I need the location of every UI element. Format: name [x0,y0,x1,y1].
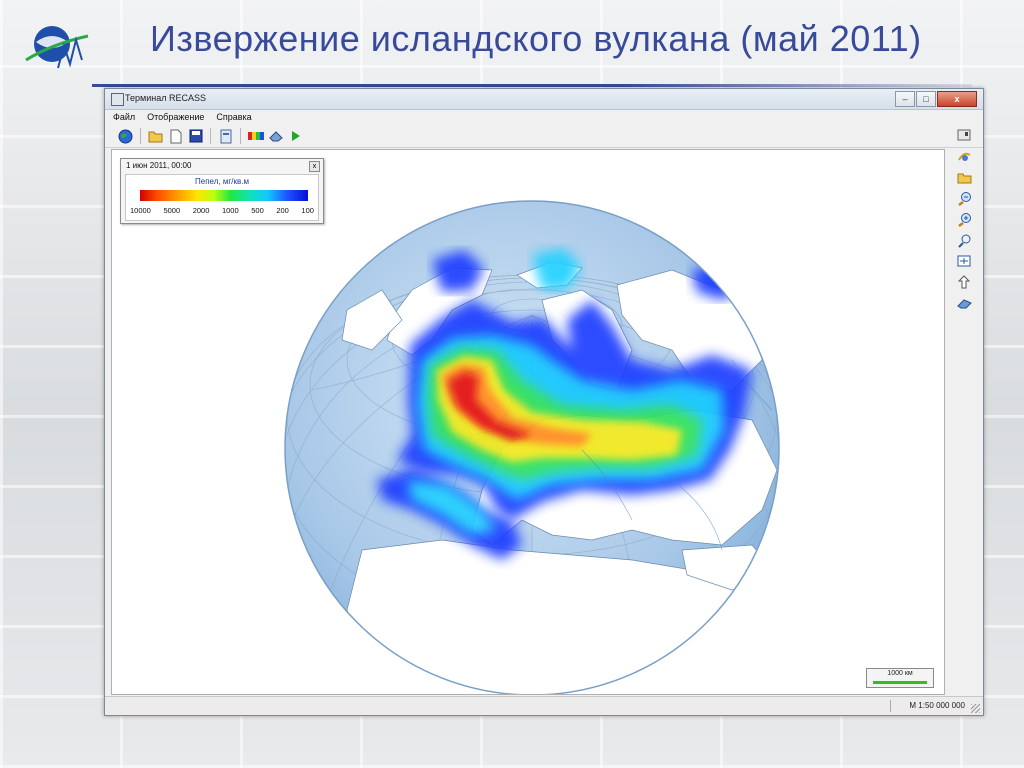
window-controls: – □ x [895,91,977,107]
save-disk-icon[interactable] [187,128,204,145]
eraser-icon[interactable] [267,128,284,145]
scale-bar-box: 1000 км [866,668,934,688]
status-bar: М 1:50 000 000 [105,696,983,715]
resize-grip[interactable] [971,704,980,713]
open-folder-icon[interactable] [956,169,973,185]
menu-bar: Файл Отображение Справка [105,109,983,125]
organization-logo-icon [25,26,89,69]
new-document-icon[interactable] [167,128,184,145]
app-icon [111,93,124,106]
title-divider [92,84,972,87]
legend-color-bar [140,190,308,201]
legend-label: 5000 [163,206,181,215]
globe-map[interactable] [112,150,944,694]
zoom-out-icon[interactable] [956,190,973,206]
map-scale-readout: М 1:50 000 000 [909,701,965,710]
toolbar-separator [240,128,241,144]
map-canvas[interactable]: 1 июн 2011, 00:00 x Пепел, мг/кв.м 10000… [111,149,945,695]
legend-title: Пепел, мг/кв.м [195,177,249,186]
legend-label: 200 [276,206,289,215]
pan-zoom-icon[interactable] [956,232,973,248]
arrow-up-icon[interactable] [956,274,973,290]
menu-file[interactable]: Файл [113,109,135,125]
legend-label: 2000 [192,206,210,215]
rotate-globe-icon[interactable] [956,148,973,164]
right-toolbar [947,127,981,311]
slide-title: Извержение исландского вулкана (май 2011… [150,18,922,59]
minimize-button[interactable]: – [895,91,915,107]
zoom-in-icon[interactable] [956,211,973,227]
legend-label: 1000 [221,206,239,215]
eraser-icon[interactable] [956,295,973,311]
legend-close-button[interactable]: x [309,161,320,172]
palette-icon[interactable] [247,128,264,145]
play-icon[interactable] [287,128,304,145]
window-title: Терминал RECASS [125,93,206,103]
open-folder-icon[interactable] [147,128,164,145]
ash-legend-panel[interactable]: 1 июн 2011, 00:00 x Пепел, мг/кв.м 10000… [120,158,324,224]
menu-help[interactable]: Справка [216,109,251,125]
main-toolbar [105,125,983,148]
recass-terminal-window: Терминал RECASS – □ x Файл Отображение С… [104,88,984,716]
toolbar-separator [140,128,141,144]
legend-labels: 10000 5000 2000 1000 500 200 100 [130,206,314,215]
status-divider [890,700,891,712]
legend-label: 10000 [130,206,151,215]
toolbar-separator [210,128,211,144]
close-button[interactable]: x [937,91,977,107]
scale-bar-line [873,681,927,684]
maximize-button[interactable]: □ [916,91,936,107]
fit-extent-icon[interactable] [956,253,973,269]
legend-timestamp: 1 июн 2011, 00:00 [126,161,192,170]
legend-label: 500 [251,206,264,215]
legend-body: Пепел, мг/кв.м 10000 5000 2000 1000 500 … [125,174,319,221]
window-titlebar[interactable]: Терминал RECASS – □ x [105,89,983,110]
page-settings-icon[interactable] [956,127,973,143]
globe-icon[interactable] [117,128,134,145]
legend-label: 100 [301,206,314,215]
layers-icon[interactable] [217,128,234,145]
scale-bar-label: 1000 км [887,670,913,677]
menu-view[interactable]: Отображение [147,109,204,125]
